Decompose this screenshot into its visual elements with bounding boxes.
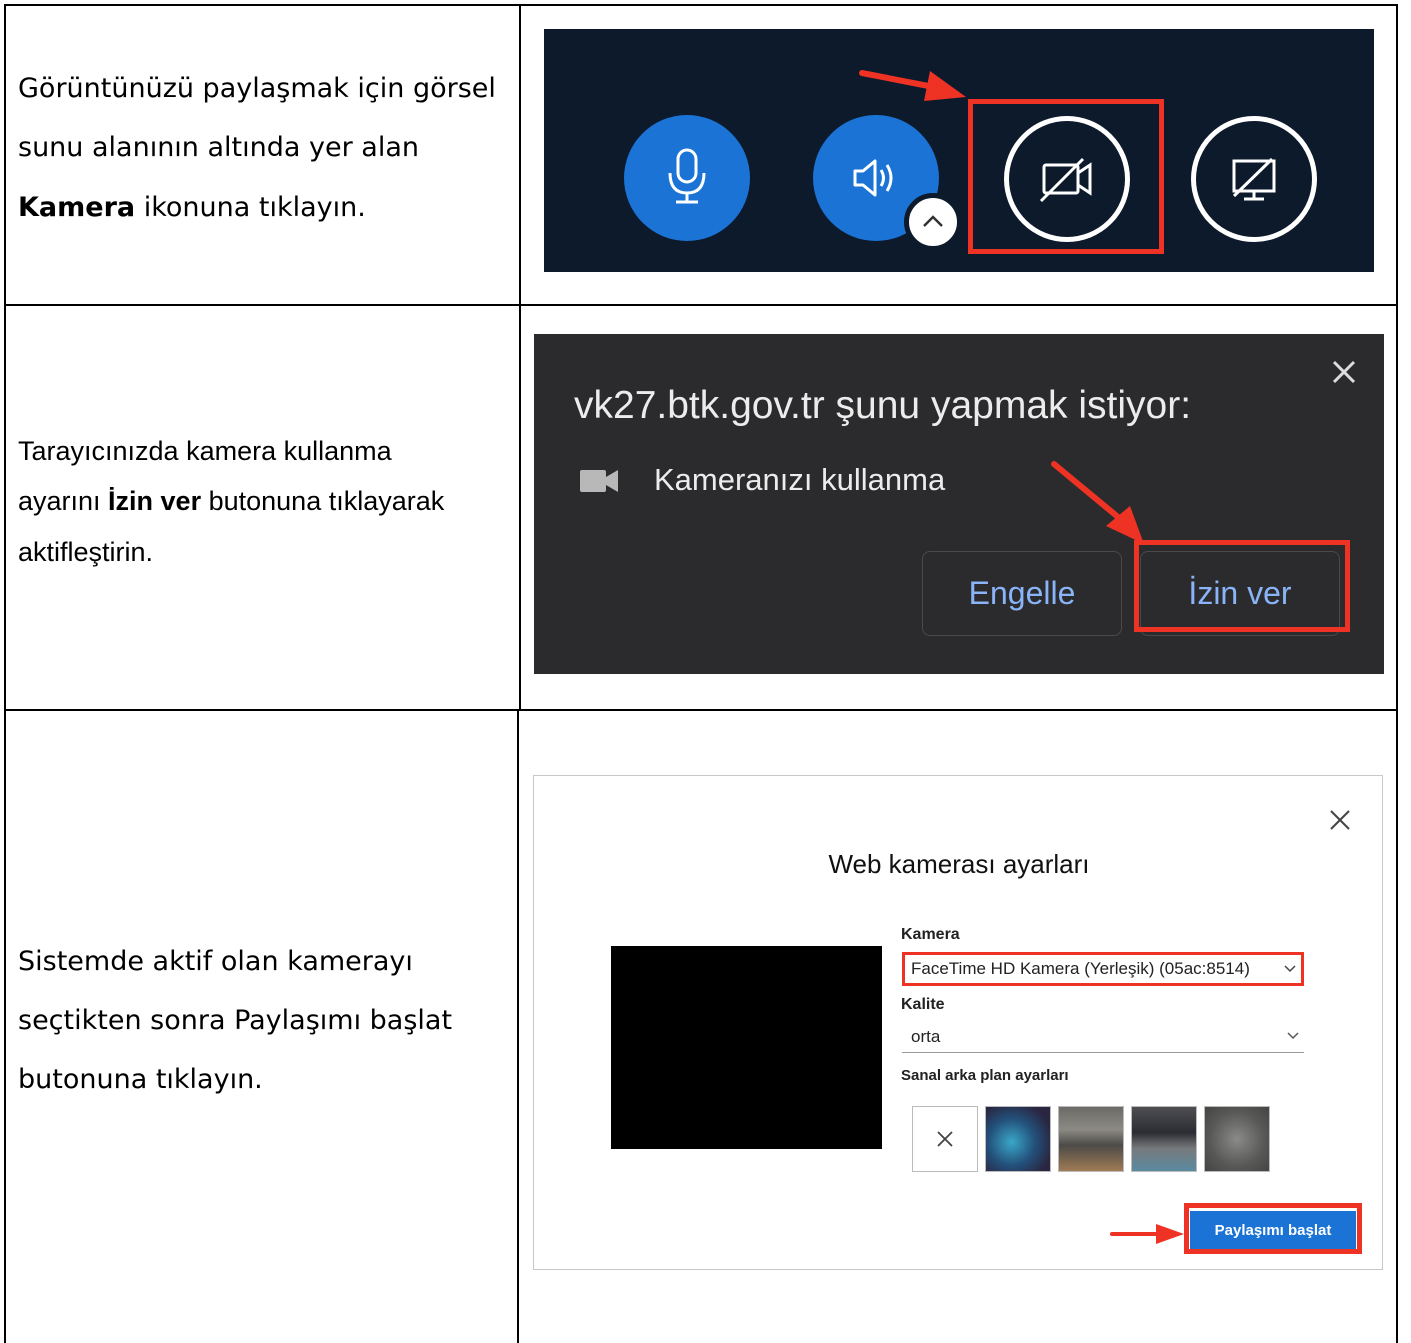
instruction-text: sunu alanının altında yer alan xyxy=(18,132,419,163)
permission-title: vk27.btk.gov.tr şunu yapmak istiyor: xyxy=(574,384,1192,427)
table-border-left xyxy=(4,4,6,1343)
screen-share-button[interactable] xyxy=(1191,116,1317,242)
instruction-text: Kamera ikonuna tıklayın. xyxy=(18,193,366,223)
camera-label: Kamera xyxy=(901,926,960,943)
camera-highlight-box xyxy=(968,99,1164,254)
pointer-arrow-icon xyxy=(1110,1224,1184,1244)
instruction-text: butonuna tıklayın. xyxy=(18,1064,263,1095)
background-option-texture[interactable] xyxy=(1204,1106,1270,1172)
table-border-right xyxy=(1396,4,1398,1343)
chevron-down-icon xyxy=(1287,1032,1299,1040)
instruction-bold: Kamera xyxy=(18,192,136,223)
instruction-text: ayarını İzin ver butonuna tıklayarak xyxy=(18,486,444,516)
microphone-icon xyxy=(668,148,706,204)
instruction-pre: ayarını xyxy=(18,486,109,516)
quality-select[interactable]: orta xyxy=(902,1022,1304,1053)
pointer-arrow-icon xyxy=(859,70,966,101)
instruction-text: seçtikten sonra Paylaşımı başlat xyxy=(18,1005,453,1036)
dialog-title: Web kamerası ayarları xyxy=(828,849,1090,879)
column-divider-lower xyxy=(517,709,519,1343)
row-divider-2 xyxy=(4,709,1398,711)
instruction-text: Tarayıcınızda kamera kullanma xyxy=(18,436,392,466)
close-icon[interactable] xyxy=(1330,358,1358,386)
background-option-office[interactable] xyxy=(1058,1106,1124,1172)
background-option-meeting-room[interactable] xyxy=(1131,1106,1197,1172)
instruction-text: aktifleştirin. xyxy=(18,537,154,567)
row-divider-1 xyxy=(4,304,1398,306)
permission-request: Kameranızı kullanma xyxy=(654,462,946,497)
close-icon[interactable] xyxy=(1328,808,1352,832)
instruction-rest: ikonuna tıklayın. xyxy=(135,192,366,223)
quality-select-value: orta xyxy=(911,1027,941,1046)
block-button[interactable]: Engelle xyxy=(922,551,1122,636)
audio-options-button[interactable] xyxy=(904,193,962,251)
camera-permission-dialog: vk27.btk.gov.tr şunu yapmak istiyor: Kam… xyxy=(534,334,1384,674)
video-camera-icon xyxy=(580,470,618,492)
webcam-settings-dialog: Web kamerası ayarları Kamera FaceTime HD… xyxy=(533,775,1383,1270)
screen-share-off-icon xyxy=(1232,157,1276,201)
table-border-top xyxy=(4,4,1398,6)
instruction-text: Sistemde aktif olan kamerayı xyxy=(18,946,413,977)
microphone-button[interactable] xyxy=(624,115,750,241)
allow-highlight-box xyxy=(1134,540,1350,632)
pointer-arrow-icon xyxy=(1051,461,1144,544)
camera-select-value: FaceTime HD Kamera (Yerleşik) (05ac:8514… xyxy=(911,959,1250,978)
meeting-toolbar xyxy=(544,29,1374,272)
background-none-option[interactable] xyxy=(912,1106,978,1172)
chevron-down-icon xyxy=(1284,965,1296,973)
start-highlight-box xyxy=(1184,1203,1362,1254)
column-divider xyxy=(519,4,521,710)
chevron-up-icon xyxy=(923,215,943,227)
camera-preview xyxy=(611,946,882,1149)
camera-select[interactable]: FaceTime HD Kamera (Yerleşik) (05ac:8514… xyxy=(902,952,1304,986)
quality-label: Kalite xyxy=(901,996,945,1013)
instruction-bold: İzin ver xyxy=(108,486,202,516)
background-option-blur[interactable] xyxy=(985,1106,1051,1172)
background-label: Sanal arka plan ayarları xyxy=(901,1067,1069,1084)
instruction-text: Görüntünüzü paylaşmak için görsel xyxy=(18,73,496,104)
instruction-post: butonuna tıklayarak xyxy=(201,486,445,516)
close-icon xyxy=(937,1131,953,1147)
